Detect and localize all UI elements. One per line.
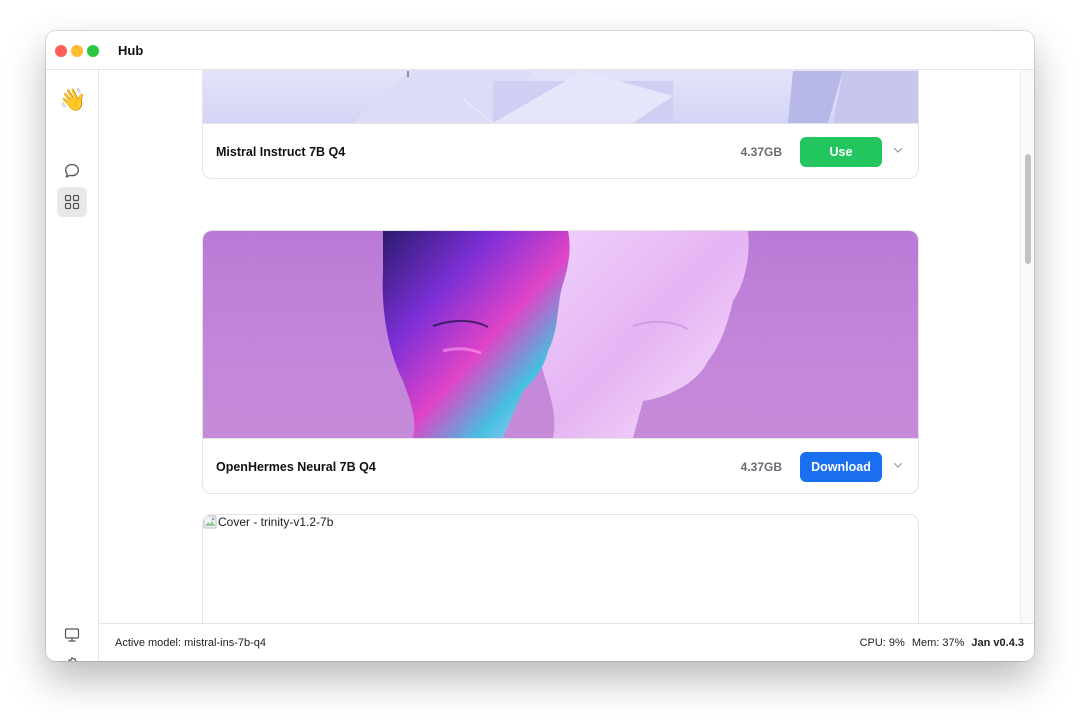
memory-usage: Mem: 37% xyxy=(911,637,965,649)
cpu-usage: CPU: 9% xyxy=(859,637,905,649)
close-window-button[interactable] xyxy=(55,45,67,57)
model-size: 4.37GB xyxy=(740,460,782,474)
status-bar: Active model: mistral-ins-7b-q4 CPU: 9% … xyxy=(99,623,1034,661)
app-version: Jan v0.4.3 xyxy=(971,637,1024,649)
use-model-button[interactable]: Use xyxy=(800,137,882,167)
broken-cover-image: Cover - trinity-v1.2-7b xyxy=(203,515,333,529)
chat-bubble-icon xyxy=(65,163,79,178)
download-model-button[interactable]: Download xyxy=(800,452,882,482)
model-size: 4.37GB xyxy=(740,145,782,159)
app-window: Hub 👋 Mistral Instruct 7B Q4 4.37GB Use … xyxy=(46,31,1034,661)
window-title: Hub xyxy=(118,43,144,58)
model-cover-image xyxy=(203,70,918,123)
model-card: Cover - trinity-v1.2-7b xyxy=(202,514,919,623)
sidebar-item-system-monitor[interactable] xyxy=(57,620,87,650)
minimize-window-button[interactable] xyxy=(71,45,83,57)
scrollbar[interactable] xyxy=(1020,70,1034,623)
model-name: OpenHermes Neural 7B Q4 xyxy=(216,460,376,474)
model-row: Mistral Instruct 7B Q4 4.37GB Use xyxy=(203,123,918,178)
model-cover-image xyxy=(203,231,918,438)
system-stats: CPU: 9% Mem: 37% Jan v0.4.3 xyxy=(860,637,1024,649)
gear-icon xyxy=(68,656,77,661)
scrollbar-thumb[interactable] xyxy=(1025,154,1031,264)
zoom-window-button[interactable] xyxy=(87,45,99,57)
hub-content: Mistral Instruct 7B Q4 4.37GB Use OpenHe… xyxy=(99,70,1034,623)
active-model-label: Active model: mistral-ins-7b-q4 xyxy=(115,637,266,649)
sidebar-item-hub[interactable] xyxy=(57,187,87,217)
sidebar-item-settings[interactable] xyxy=(57,649,87,661)
monitor-icon xyxy=(64,628,80,642)
sidebar: 👋 xyxy=(46,70,99,661)
broken-image-icon xyxy=(203,515,217,529)
sidebar-item-chat[interactable] xyxy=(57,156,87,186)
title-bar: Hub xyxy=(46,31,1034,70)
model-row: OpenHermes Neural 7B Q4 4.37GB Download xyxy=(203,438,918,493)
waving-hand-logo: 👋 xyxy=(59,87,87,112)
cover-alt-text: Cover - trinity-v1.2-7b xyxy=(218,515,334,529)
model-card: Mistral Instruct 7B Q4 4.37GB Use xyxy=(202,70,919,179)
chevron-down-icon[interactable] xyxy=(892,144,904,156)
model-name: Mistral Instruct 7B Q4 xyxy=(216,145,346,159)
model-card: OpenHermes Neural 7B Q4 4.37GB Download xyxy=(202,230,919,494)
grid-icon xyxy=(64,194,80,210)
chevron-down-icon[interactable] xyxy=(892,459,904,471)
